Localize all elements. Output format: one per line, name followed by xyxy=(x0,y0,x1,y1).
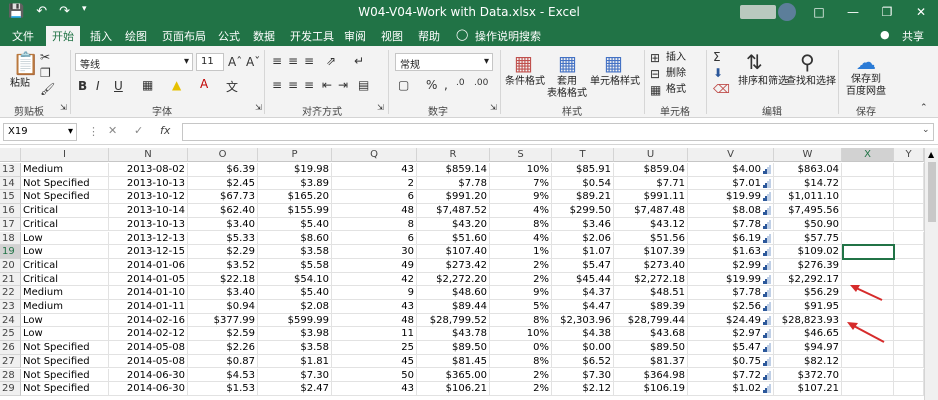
annotation-arrows xyxy=(847,285,885,343)
annotation-arrow xyxy=(853,286,883,301)
annotation-arrow xyxy=(851,324,885,343)
arrowhead-icon xyxy=(847,322,858,330)
